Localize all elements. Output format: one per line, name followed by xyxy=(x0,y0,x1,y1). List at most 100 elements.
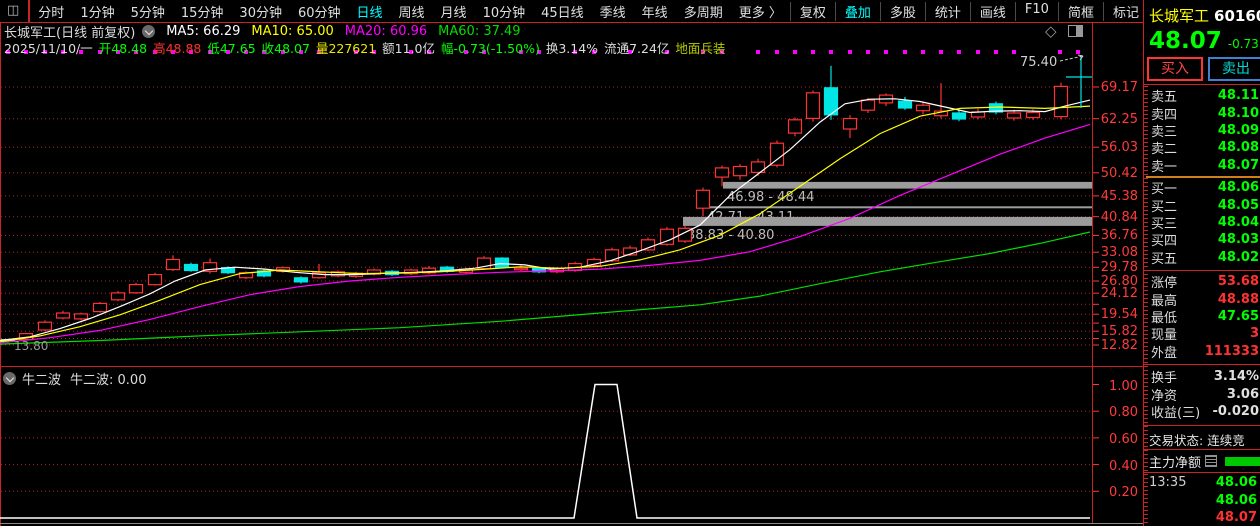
chevron-down-icon[interactable] xyxy=(142,25,155,38)
info-item-5: 量227621 xyxy=(316,38,376,57)
period-tab-4[interactable]: 30分钟 xyxy=(231,2,290,21)
time-sales-list: 13:3548.0648.0648.07 xyxy=(1149,474,1257,526)
ask-row[interactable]: 卖二48.08 xyxy=(1144,139,1260,156)
price-axis-label-2: 56.03 xyxy=(1096,140,1138,155)
main-chart-canvas[interactable]: 46.98 - 48.4442.71 - 43.1138.83 - 40.807… xyxy=(0,0,1143,526)
indicator-axis-label-3: 0.40 xyxy=(1096,459,1138,474)
buy-button[interactable]: 买入 xyxy=(1147,57,1203,81)
level-price: 48.06 xyxy=(1218,180,1259,195)
period-tab-9[interactable]: 10分钟 xyxy=(475,2,534,21)
price-change: -0.73 xyxy=(1228,37,1259,51)
stat-row: 外盘111333 xyxy=(1144,343,1260,360)
ask-row[interactable]: 卖一48.07 xyxy=(1144,157,1260,174)
toolbar-action-5[interactable]: F10 xyxy=(1015,2,1058,21)
toolbar-action-2[interactable]: 多股 xyxy=(880,2,925,21)
tick-price: 48.06 xyxy=(1216,493,1257,508)
indicator-axis-label-1: 0.80 xyxy=(1096,405,1138,420)
period-tab-10[interactable]: 45日线 xyxy=(533,2,592,21)
stock-name: 长城军工 xyxy=(1149,7,1209,25)
period-tab-7[interactable]: 周线 xyxy=(391,2,433,21)
candles[interactable] xyxy=(2,66,1068,343)
bid-row[interactable]: 买三48.04 xyxy=(1144,214,1260,231)
bid-row[interactable]: 买一48.06 xyxy=(1144,179,1260,196)
price-axis-label-6: 36.76 xyxy=(1096,228,1138,243)
toolbar-action-4[interactable]: 画线 xyxy=(970,2,1015,21)
toolbar-action-0[interactable]: 复权 xyxy=(790,2,835,21)
last-price: 48.07 xyxy=(1149,28,1222,54)
main-force-row: 主力净额 xyxy=(1149,452,1260,470)
period-tab-2[interactable]: 5分钟 xyxy=(123,2,173,21)
svg-text:46.98 - 48.44: 46.98 - 48.44 xyxy=(727,190,814,205)
stock-code: 601606 xyxy=(1214,7,1260,25)
toolbar-action-1[interactable]: 叠加 xyxy=(835,2,880,21)
stat-label: 最高 xyxy=(1151,290,1177,309)
split-window-icon[interactable] xyxy=(1068,25,1083,37)
period-tab-5[interactable]: 60分钟 xyxy=(290,2,349,21)
period-tab-13[interactable]: 多周期 xyxy=(676,2,731,21)
indicator-axis-label-4: 0.20 xyxy=(1096,485,1138,500)
level-label: 买四 xyxy=(1151,230,1177,249)
period-tab-14[interactable]: 更多 〉 xyxy=(731,2,790,21)
level-price: 48.09 xyxy=(1218,123,1259,138)
info-item-0: 2025/11/10/一 xyxy=(4,38,93,57)
price-axis-label-11: 19.54 xyxy=(1096,307,1138,322)
period-tab-8[interactable]: 月线 xyxy=(433,2,475,21)
bid-row[interactable]: 买四48.03 xyxy=(1144,231,1260,248)
stat-value: 3.06 xyxy=(1227,387,1259,402)
period-tab-0[interactable]: 分时 xyxy=(30,2,72,21)
level-label: 卖二 xyxy=(1151,138,1177,157)
bid-row[interactable]: 买二48.05 xyxy=(1144,196,1260,213)
info-item-7: 幅-0.73(-1.50%) xyxy=(441,38,540,57)
level-price: 48.07 xyxy=(1218,158,1259,173)
bid-levels: 买一48.06买二48.05买三48.04买四48.03买五48.02 xyxy=(1144,179,1260,266)
tdx-window: 46.98 - 48.4442.71 - 43.1138.83 - 40.807… xyxy=(0,0,1260,526)
price-gridlines xyxy=(1,87,1099,345)
stats-block: 涨停53.68最高48.88最低47.65现量3外盘111333 xyxy=(1144,273,1260,360)
main-force-label: 主力净额 xyxy=(1149,452,1201,471)
toolbar-action-6[interactable]: 简框 xyxy=(1058,2,1103,21)
bid-row[interactable]: 买五48.02 xyxy=(1144,249,1260,266)
price-axis-label-5: 40.84 xyxy=(1096,210,1138,225)
trade-status-row: 交易状态: 连续竞 xyxy=(1149,430,1245,449)
diamond-icon[interactable]: ◇ xyxy=(1045,22,1057,40)
ask-row[interactable]: 卖三48.09 xyxy=(1144,122,1260,139)
trade-buttons: 买入 卖出 xyxy=(1147,57,1260,81)
period-tab-3[interactable]: 15分钟 xyxy=(173,2,232,21)
price-axis-label-1: 62.25 xyxy=(1096,112,1138,127)
ask-row[interactable]: 卖五48.11 xyxy=(1144,87,1260,104)
level-label: 买五 xyxy=(1151,248,1177,267)
period-tab-6[interactable]: 日线 xyxy=(349,2,391,21)
chevron-down-icon[interactable] xyxy=(3,372,16,385)
level-label: 卖五 xyxy=(1151,86,1177,105)
list-icon[interactable] xyxy=(1205,455,1217,467)
stat-label: 换手 xyxy=(1151,367,1177,386)
panel-divider xyxy=(1144,425,1260,426)
tick-row-2: 48.07 xyxy=(1149,509,1257,526)
info-item-8: 换3.14% xyxy=(546,38,598,57)
svg-text:75.40: 75.40 xyxy=(1020,55,1057,70)
tick-row-1: 48.06 xyxy=(1149,492,1257,510)
tick-time: 13:35 xyxy=(1149,475,1193,490)
price-axis-label-12: 15.82 xyxy=(1096,324,1138,339)
panel-divider xyxy=(1144,449,1260,450)
period-tab-12[interactable]: 年线 xyxy=(634,2,676,21)
level-label: 买二 xyxy=(1151,196,1177,215)
period-tab-11[interactable]: 季线 xyxy=(592,2,634,21)
window-layout-icon[interactable]: ◫ xyxy=(0,0,30,22)
ma-line-MA20 xyxy=(0,124,1090,342)
sell-button[interactable]: 卖出 xyxy=(1208,57,1260,81)
panel-divider xyxy=(1144,84,1260,85)
stat-label: 收益(三) xyxy=(1151,402,1200,421)
ask-row[interactable]: 卖四48.10 xyxy=(1144,104,1260,121)
price-axis-label-3: 50.42 xyxy=(1096,166,1138,181)
stat-value: -0.020 xyxy=(1212,404,1259,419)
toolbar-action-3[interactable]: 统计 xyxy=(925,2,970,21)
svg-text:38.83 - 40.80: 38.83 - 40.80 xyxy=(687,228,774,243)
toolbar-action-7[interactable]: 标记 xyxy=(1103,2,1148,21)
info-item-6: 额11.0亿 xyxy=(382,38,435,57)
panel-divider xyxy=(1144,270,1260,271)
period-tab-1[interactable]: 1分钟 xyxy=(72,2,122,21)
indicator-gridlines xyxy=(1,385,1099,492)
indicator-name[interactable]: 牛二波 xyxy=(22,369,61,388)
chart-corner-icons: ◇ xyxy=(1045,22,1083,40)
